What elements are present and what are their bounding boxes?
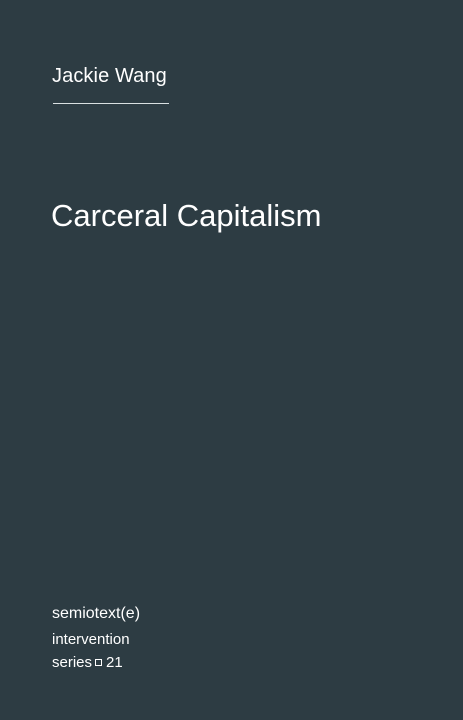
book-cover: Jackie Wang Carceral Capitalism semiotex… <box>0 0 463 720</box>
series-number: 21 <box>106 654 123 671</box>
series-label: intervention <box>52 631 130 648</box>
author-name: Jackie Wang <box>52 65 167 87</box>
book-title: Carceral Capitalism <box>51 198 322 233</box>
series-word: series <box>52 654 93 671</box>
series-number-line: series 21 <box>52 654 123 672</box>
author-divider <box>53 103 169 104</box>
square-icon <box>95 659 103 666</box>
publisher-name: semiotext(e) <box>52 605 141 622</box>
